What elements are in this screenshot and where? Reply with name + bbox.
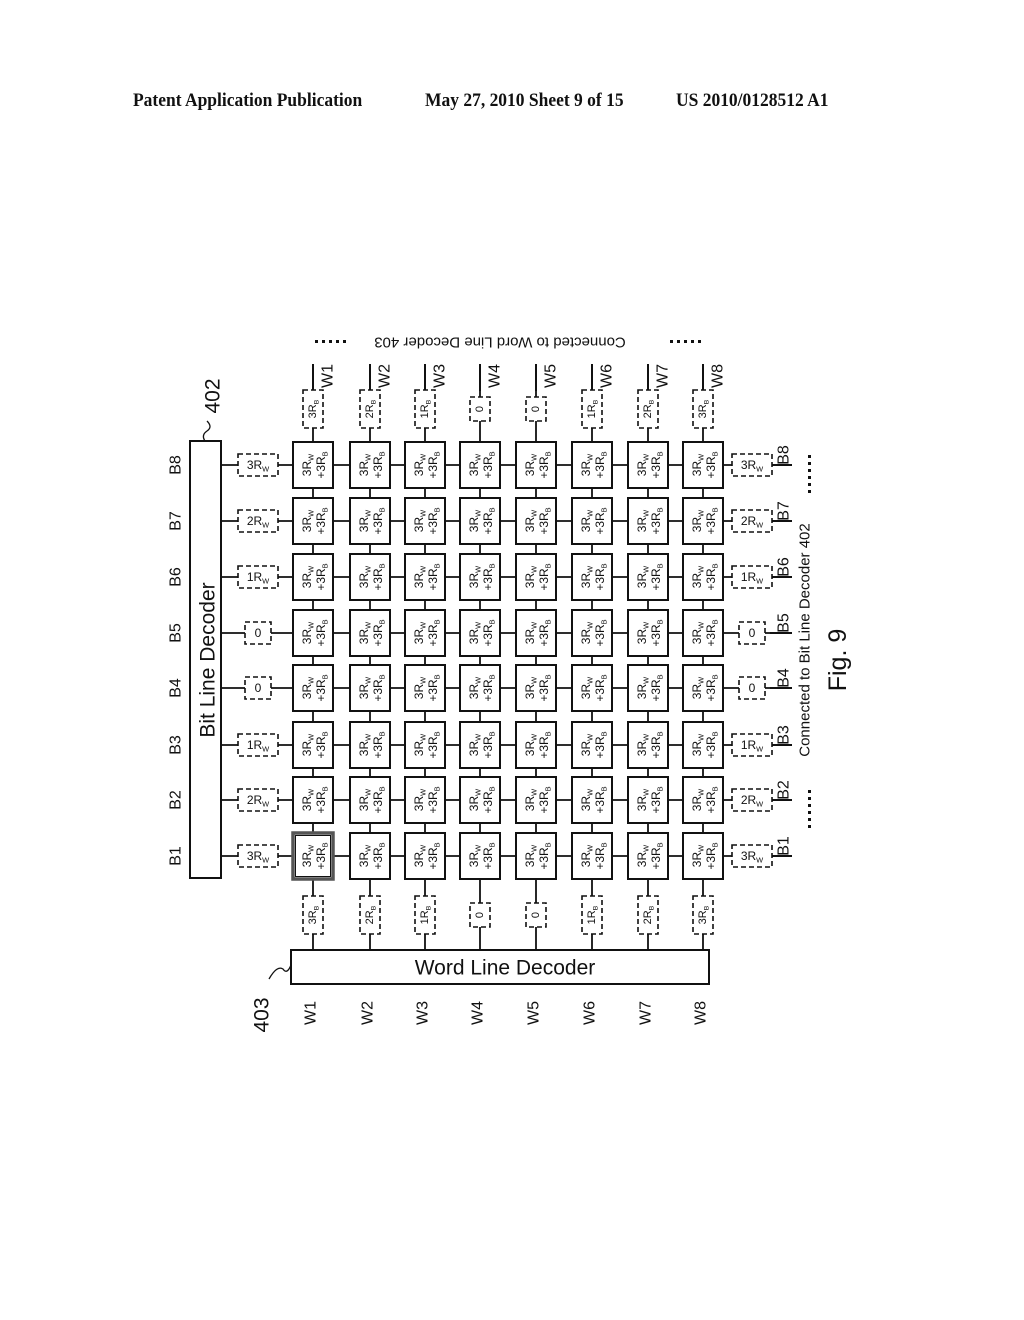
word-line-label-top-W6: W6 [599, 364, 616, 388]
bit-line-resistor-label-left-B5: 0 [255, 626, 262, 640]
bit-line-label-left-B3: B3 [168, 735, 185, 755]
word-line-label-bottom-W1: W1 [303, 1001, 320, 1025]
ellipsis-dot [808, 818, 811, 821]
ellipsis-dot [329, 340, 332, 343]
word-line-label-bottom-W2: W2 [360, 1001, 377, 1025]
ellipsis-dot [808, 797, 811, 800]
word-line-resistor-label-top-W4: 0 [474, 406, 486, 412]
word-line-label-bottom-W7: W7 [638, 1001, 655, 1025]
ellipsis-dot [808, 469, 811, 472]
ellipsis-dot [808, 462, 811, 465]
word-line-label-top-W8: W8 [710, 364, 727, 388]
bit-line-label-right-B2: B2 [776, 780, 793, 800]
bit-line-resistor-label-right-B5: 0 [749, 626, 756, 640]
word-line-resistor-label-bottom-W4: 0 [474, 912, 486, 918]
bit-line-label-right-B1: B1 [776, 836, 793, 856]
word-line-label-top-W4: W4 [487, 364, 504, 388]
ellipsis-dot [698, 340, 701, 343]
ellipsis-dot [684, 340, 687, 343]
word-line-label-top-W7: W7 [655, 364, 672, 388]
ellipsis-dot [808, 790, 811, 793]
bit-line-decoder-label: Bit Line Decoder [197, 582, 220, 737]
ellipsis-dot [808, 476, 811, 479]
word-line-label-bottom-W5: W5 [526, 1001, 543, 1025]
bit-line-label-right-B7: B7 [776, 501, 793, 521]
ellipsis-dot [808, 483, 811, 486]
ref-402-label: 402 [202, 378, 225, 413]
ellipsis-dot [691, 340, 694, 343]
word-line-label-bottom-W3: W3 [415, 1001, 432, 1025]
word-line-label-top-W1: W1 [320, 364, 337, 388]
ellipsis-dot [322, 340, 325, 343]
bit-line-label-right-B6: B6 [776, 557, 793, 577]
bit-line-label-right-B4: B4 [776, 668, 793, 688]
ref-402-leader [202, 420, 211, 442]
figure-9-diagram: Bit Line Decoder 402 Word Line Decoder 403 B… [168, 334, 853, 1033]
ellipsis-dot [808, 455, 811, 458]
ellipsis-dot [808, 811, 811, 814]
bit-line-label-left-B7: B7 [168, 511, 185, 531]
right-connection-note: Connected to Bit Line Decoder 402 [797, 523, 814, 757]
bit-line-resistor-label-right-B4: 0 [749, 681, 756, 695]
word-line-resistor-label-top-W5: 0 [530, 406, 542, 412]
top-connection-note: Connected to Word Line Decoder 403 [374, 334, 626, 351]
word-line-label-bottom-W4: W4 [470, 1001, 487, 1025]
bit-line-label-left-B5: B5 [168, 623, 185, 643]
word-line-decoder-label: Word Line Decoder [415, 957, 596, 980]
ellipsis-dot [670, 340, 673, 343]
ref-403-label: 403 [251, 997, 274, 1032]
bit-line-label-left-B4: B4 [168, 678, 185, 698]
ellipsis-dot [808, 804, 811, 807]
ellipsis-dot [808, 825, 811, 828]
ellipsis-dot [677, 340, 680, 343]
bit-line-label-right-B3: B3 [776, 725, 793, 745]
ellipsis-dot [343, 340, 346, 343]
bit-line-label-right-B5: B5 [776, 613, 793, 633]
ellipsis-dot [808, 490, 811, 493]
word-line-label-bottom-W8: W8 [693, 1001, 710, 1025]
bit-line-resistor-label-left-B4: 0 [255, 681, 262, 695]
word-line-label-bottom-W6: W6 [582, 1001, 599, 1025]
bit-line-label-right-B8: B8 [776, 445, 793, 465]
bit-line-label-left-B6: B6 [168, 567, 185, 587]
bit-line-label-left-B8: B8 [168, 455, 185, 475]
word-line-label-top-W2: W2 [377, 364, 394, 388]
ellipsis-dot [336, 340, 339, 343]
bit-line-label-left-B2: B2 [168, 790, 185, 810]
word-line-resistor-label-bottom-W5: 0 [530, 912, 542, 918]
word-line-label-top-W3: W3 [432, 364, 449, 388]
figure-caption: Fig. 9 [824, 629, 852, 692]
bit-line-label-left-B1: B1 [168, 846, 185, 866]
ellipsis-dot [315, 340, 318, 343]
word-line-label-top-W5: W5 [543, 364, 560, 388]
ref-403-leader [268, 964, 292, 980]
